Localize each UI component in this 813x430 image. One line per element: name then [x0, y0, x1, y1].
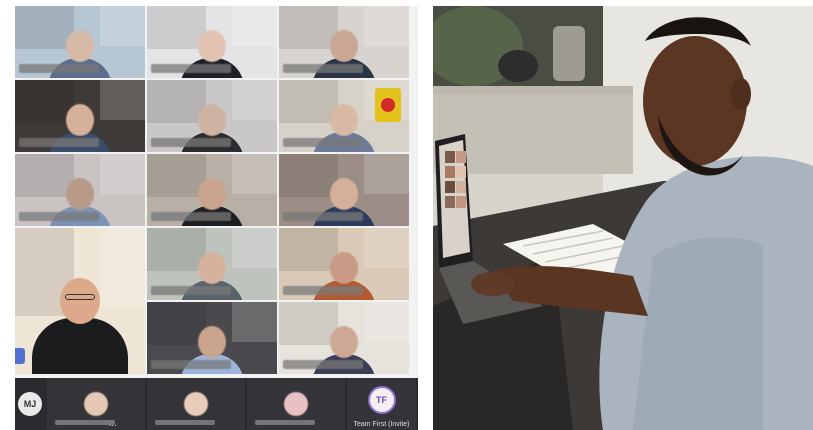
- participant-face: [198, 178, 226, 210]
- background-detail: [99, 80, 145, 120]
- participant-name-blurred: [151, 286, 231, 295]
- avatar: [284, 392, 308, 416]
- video-grid: [15, 6, 418, 374]
- participant-name-blurred: [151, 212, 231, 221]
- video-call-screenshot: MJ ... TF Team First (Invite): [15, 6, 418, 430]
- participant-tile[interactable]: [147, 6, 277, 78]
- participant-name-blurred: [151, 360, 231, 369]
- background-detail: [147, 154, 206, 198]
- background-detail: [99, 154, 145, 194]
- glasses: [65, 294, 95, 300]
- background-detail: [279, 302, 338, 346]
- background-detail: [231, 80, 277, 120]
- background-detail: [15, 6, 74, 50]
- participant-slot-mj[interactable]: MJ: [15, 378, 45, 430]
- background-detail: [363, 154, 409, 194]
- participant-tile[interactable]: [147, 154, 277, 226]
- invited-label: Team First (Invite): [353, 421, 410, 428]
- avatar: [184, 392, 208, 416]
- participant-tile[interactable]: [147, 80, 277, 152]
- participant-name-blurred: [151, 64, 231, 73]
- participant-face: [198, 326, 226, 358]
- participant-face: [66, 104, 94, 136]
- background-detail: [99, 6, 145, 46]
- participant-tile[interactable]: [279, 80, 409, 152]
- background-detail: [231, 6, 277, 46]
- side-indicator: [15, 348, 25, 364]
- photo-illustration: [433, 6, 813, 430]
- participant-face: [330, 104, 358, 136]
- background-detail: [15, 80, 74, 124]
- participant-tile[interactable]: [279, 302, 409, 374]
- participant-name-blurred: [283, 64, 363, 73]
- wall-poster: [375, 88, 401, 122]
- background-detail: [99, 228, 145, 309]
- participant-face: [330, 326, 358, 358]
- participant-bar: MJ ... TF Team First (Invite): [15, 378, 418, 430]
- shelf: [433, 86, 633, 94]
- background-detail: [279, 154, 338, 198]
- participant-tile[interactable]: [15, 80, 145, 152]
- participant-name-blurred: [19, 64, 99, 73]
- participant-tile[interactable]: [279, 6, 409, 78]
- participant-face: [330, 30, 358, 62]
- background-detail: [147, 6, 206, 50]
- vase: [553, 26, 585, 81]
- background-detail: [279, 80, 338, 124]
- participant-face: [66, 178, 94, 210]
- more-indicator: ...: [108, 418, 117, 429]
- participant-tile-featured[interactable]: [15, 228, 145, 374]
- participant-name-blurred: [55, 420, 115, 425]
- participant-face: [198, 252, 226, 284]
- participant-tile[interactable]: [147, 228, 277, 300]
- man-head: [643, 36, 747, 166]
- participant-name-blurred: [19, 138, 99, 147]
- avatar: [84, 392, 108, 416]
- participant-name-blurred: [283, 138, 363, 147]
- participant-tile[interactable]: [279, 228, 409, 300]
- participant-name-blurred: [19, 212, 99, 221]
- participant-slot[interactable]: ...: [47, 378, 145, 430]
- participant-name-blurred: [283, 360, 363, 369]
- participant-slot[interactable]: [147, 378, 245, 430]
- initials-avatar: MJ: [18, 392, 42, 416]
- participant-face: [198, 104, 226, 136]
- background-detail: [147, 302, 206, 346]
- participant-face: [330, 178, 358, 210]
- man-hand: [471, 272, 515, 296]
- participant-tile[interactable]: [15, 6, 145, 78]
- participant-name-blurred: [151, 138, 231, 147]
- background-detail: [231, 228, 277, 268]
- participant-tile[interactable]: [147, 302, 277, 374]
- participant-face: [60, 278, 100, 324]
- participant-face: [66, 30, 94, 62]
- background-detail: [147, 80, 206, 124]
- participant-tile[interactable]: [279, 154, 409, 226]
- participant-name-blurred: [255, 420, 315, 425]
- background-detail: [363, 228, 409, 268]
- participant-face: [330, 252, 358, 284]
- background-detail: [231, 302, 277, 342]
- participant-name-blurred: [283, 212, 363, 221]
- participant-name-blurred: [283, 286, 363, 295]
- participant-slot[interactable]: [247, 378, 345, 430]
- man-ear: [731, 78, 751, 110]
- background-detail: [15, 154, 74, 198]
- poster-figure: [381, 98, 395, 112]
- background-detail: [147, 228, 206, 272]
- background-detail: [363, 6, 409, 46]
- participant-slot-invited[interactable]: TF Team First (Invite): [347, 378, 416, 430]
- background-detail: [363, 302, 409, 342]
- participant-face: [198, 30, 226, 62]
- participant-name-blurred: [155, 420, 215, 425]
- background-detail: [279, 6, 338, 50]
- invited-avatar: TF: [367, 386, 396, 414]
- background-detail: [231, 154, 277, 194]
- stock-photo-man-on-video-call: [433, 6, 813, 430]
- background-detail: [279, 228, 338, 272]
- participant-body: [32, 318, 128, 374]
- participant-tile[interactable]: [15, 154, 145, 226]
